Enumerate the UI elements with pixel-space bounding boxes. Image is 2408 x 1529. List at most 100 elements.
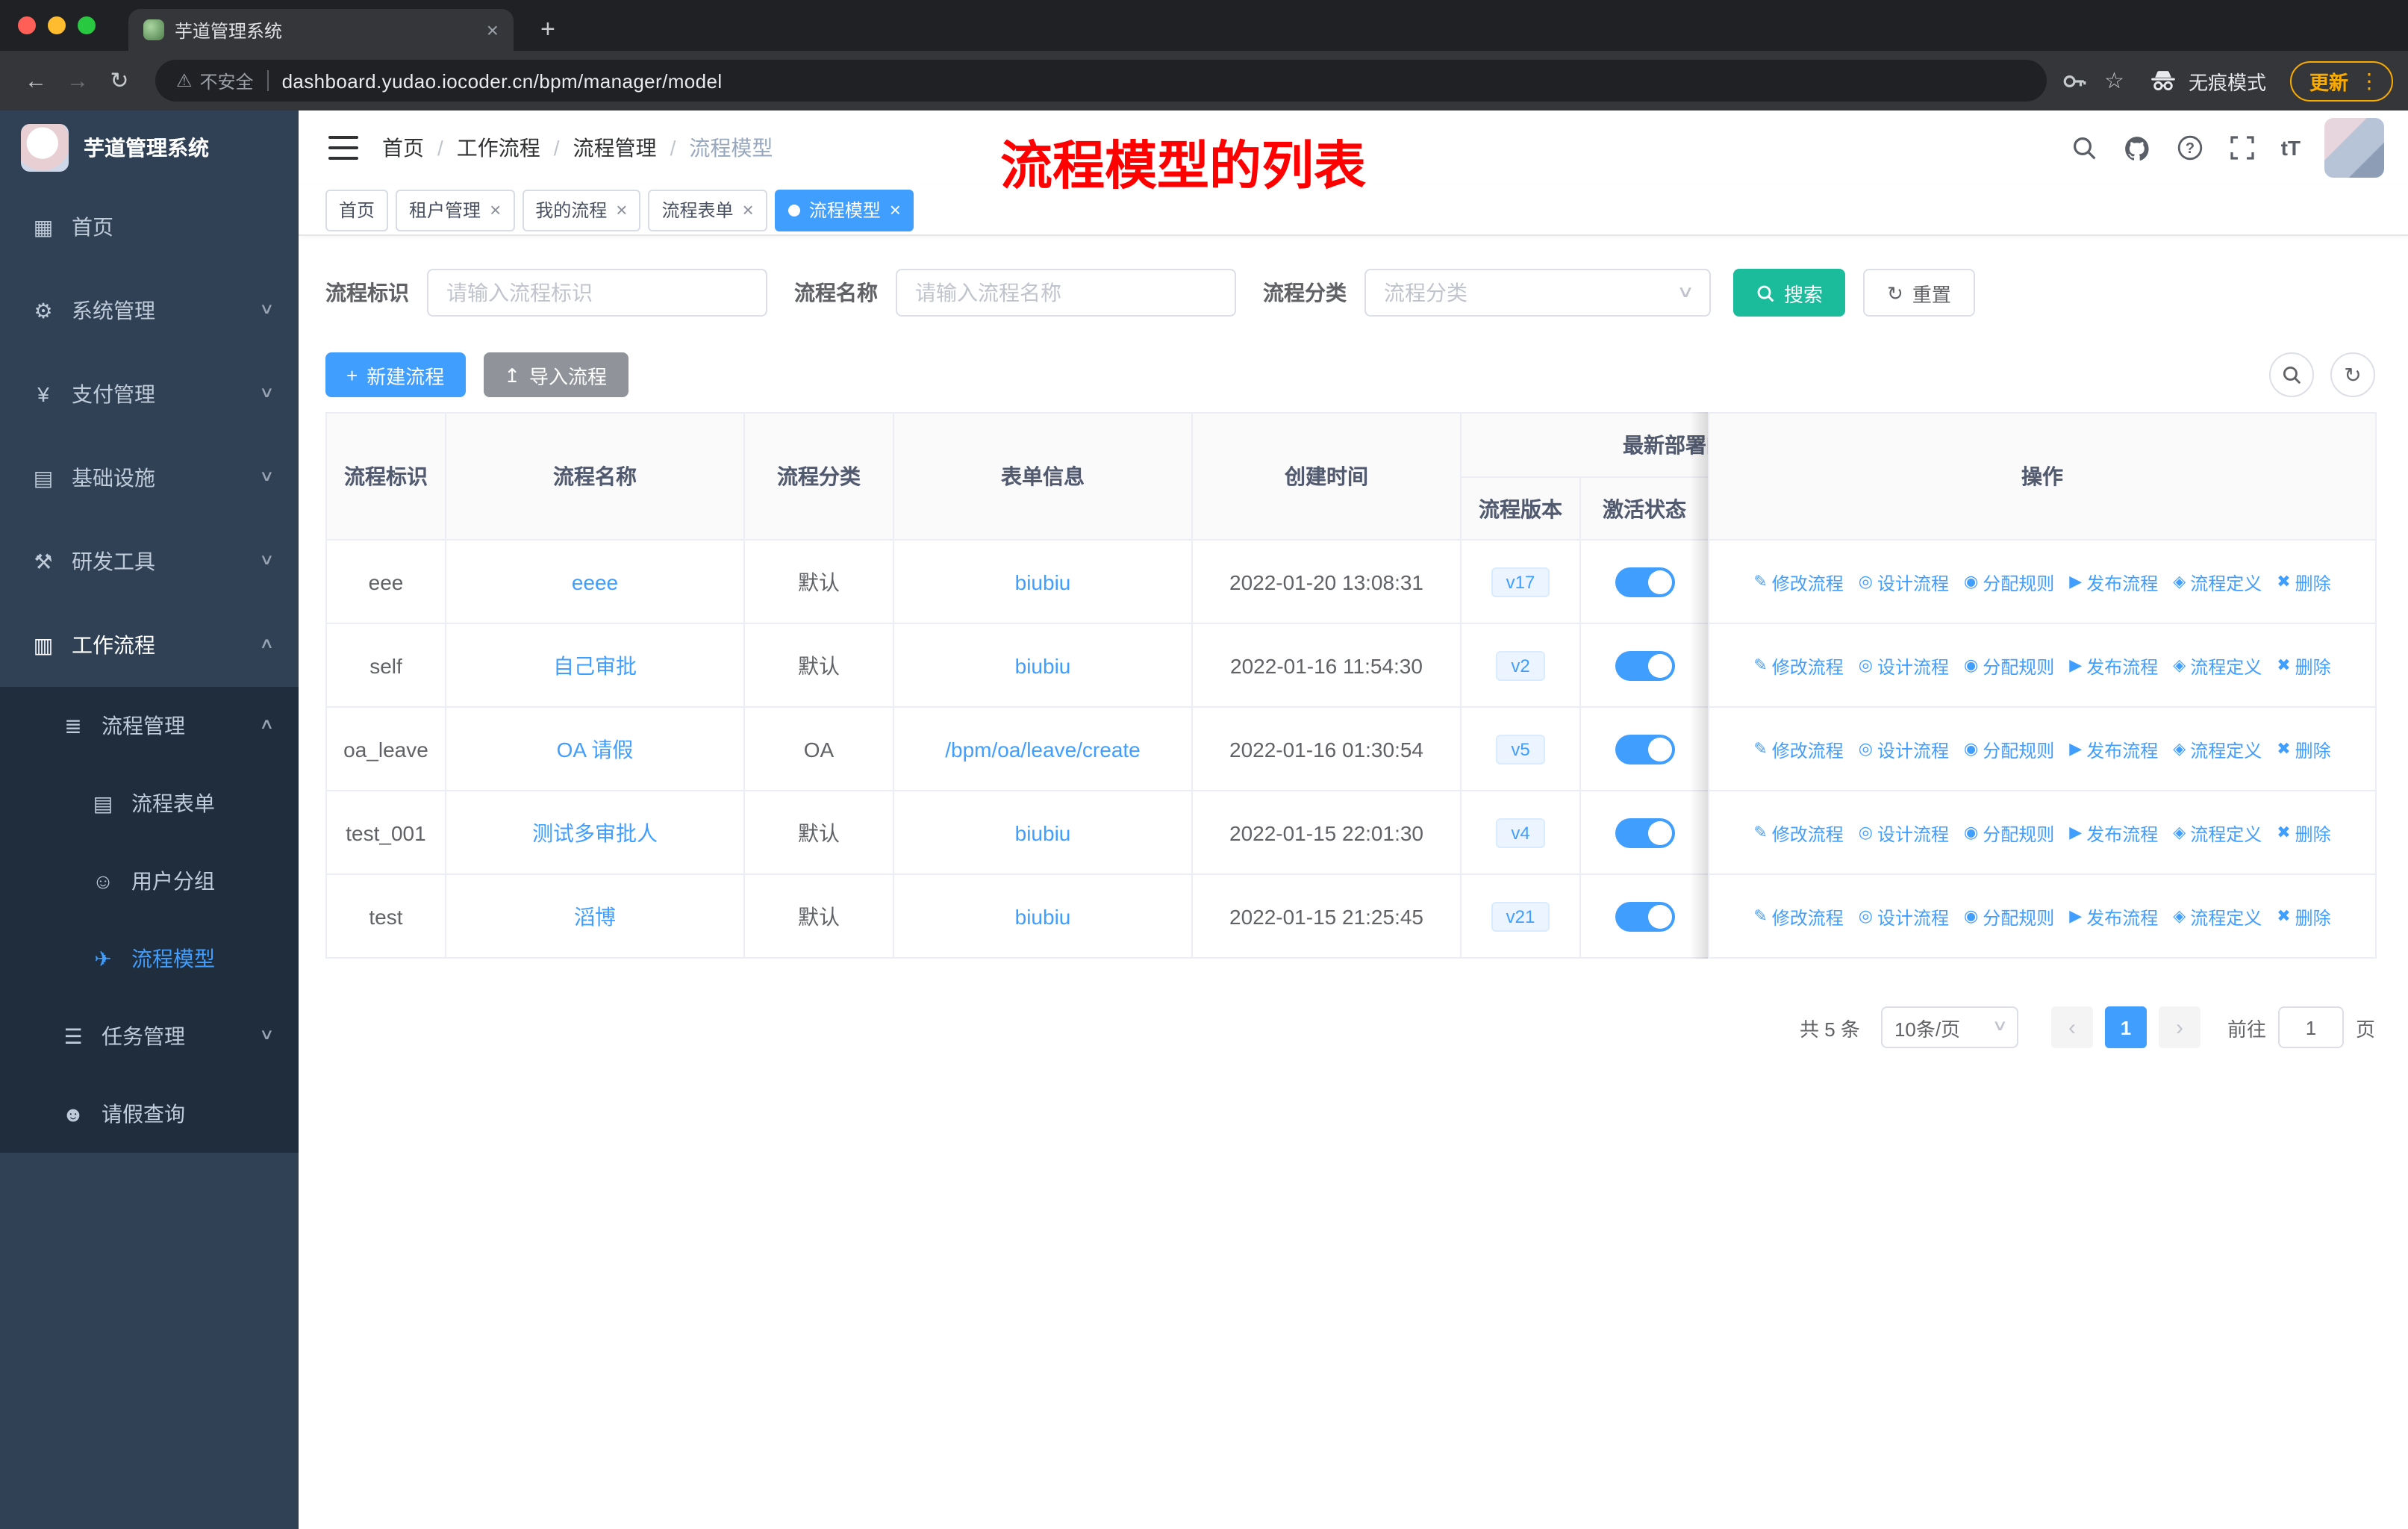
action-publish-process[interactable]: 发布流程 — [2069, 905, 2158, 930]
action-assign-rule[interactable]: 分配规则 — [1964, 905, 2054, 930]
action-modify-process[interactable]: 修改流程 — [1753, 905, 1844, 930]
process-id-input[interactable] — [427, 269, 767, 317]
app-logo[interactable]: 芋道管理系统 — [0, 110, 299, 185]
fullscreen-icon[interactable] — [2229, 134, 2256, 161]
password-key-icon[interactable] — [2061, 68, 2086, 93]
reload-button[interactable] — [99, 60, 140, 102]
action-process-definition[interactable]: 流程定义 — [2173, 654, 2262, 679]
action-design-process[interactable]: 设计流程 — [1859, 821, 1949, 847]
tag-close-icon[interactable] — [890, 200, 901, 219]
tag-close-icon[interactable] — [490, 200, 501, 219]
active-toggle[interactable] — [1615, 734, 1674, 764]
browser-menu-dots-icon[interactable] — [2359, 70, 2380, 91]
new-tab-button[interactable] — [531, 6, 564, 51]
action-modify-process[interactable]: 修改流程 — [1753, 738, 1844, 763]
refresh-table-button[interactable] — [2330, 352, 2375, 397]
prev-page-button[interactable]: ‹ — [2050, 1006, 2093, 1048]
tag-close-icon[interactable] — [616, 200, 627, 219]
breadcrumb-item[interactable]: 工作流程 — [424, 133, 540, 163]
action-process-definition[interactable]: 流程定义 — [2173, 570, 2262, 596]
action-assign-rule[interactable]: 分配规则 — [1964, 821, 2054, 847]
reset-button[interactable]: 重置 — [1863, 269, 1975, 317]
action-modify-process[interactable]: 修改流程 — [1753, 654, 1844, 679]
tag-process-form[interactable]: 流程表单 — [648, 189, 767, 231]
process-name-link[interactable]: OA 请假 — [557, 737, 634, 761]
action-design-process[interactable]: 设计流程 — [1859, 905, 1949, 930]
sidebar-item-system[interactable]: 系统管理 — [0, 269, 299, 352]
action-delete[interactable]: 删除 — [2277, 654, 2331, 679]
process-name-link[interactable]: 滔博 — [574, 904, 616, 928]
sidebar-item-leave-query[interactable]: 请假查询 — [0, 1075, 299, 1153]
action-design-process[interactable]: 设计流程 — [1859, 738, 1949, 763]
category-select[interactable]: 流程分类 — [1364, 269, 1711, 317]
sidebar-item-home[interactable]: 首页 — [0, 185, 299, 269]
breadcrumb-item[interactable]: 流程管理 — [540, 133, 657, 163]
sidebar-collapse-icon[interactable] — [328, 136, 358, 160]
minimize-window-button[interactable] — [48, 16, 66, 34]
user-avatar[interactable] — [2324, 118, 2384, 178]
sidebar-item-devtools[interactable]: 研发工具 — [0, 520, 299, 603]
action-process-definition[interactable]: 流程定义 — [2173, 905, 2262, 930]
back-button[interactable] — [15, 60, 57, 102]
search-icon[interactable] — [2071, 134, 2097, 161]
sidebar-item-process-model[interactable]: 流程模型 — [0, 920, 299, 997]
action-delete[interactable]: 删除 — [2277, 570, 2331, 596]
process-name-input[interactable] — [896, 269, 1236, 317]
tag-my-process[interactable]: 我的流程 — [522, 189, 641, 231]
action-assign-rule[interactable]: 分配规则 — [1964, 654, 2054, 679]
sidebar-item-payment[interactable]: 支付管理 — [0, 352, 299, 436]
sidebar-item-task-manage[interactable]: 任务管理 — [0, 997, 299, 1075]
import-process-button[interactable]: 导入流程 — [483, 352, 628, 397]
action-design-process[interactable]: 设计流程 — [1859, 654, 1949, 679]
process-name-link[interactable]: 测试多审批人 — [532, 820, 658, 844]
active-toggle[interactable] — [1615, 650, 1674, 680]
action-process-definition[interactable]: 流程定义 — [2173, 821, 2262, 847]
security-indicator[interactable]: 不安全 — [176, 68, 254, 93]
action-publish-process[interactable]: 发布流程 — [2069, 821, 2158, 847]
font-size-icon[interactable]: tT — [2281, 136, 2301, 160]
active-toggle[interactable] — [1615, 567, 1674, 597]
action-publish-process[interactable]: 发布流程 — [2069, 570, 2158, 596]
help-icon[interactable]: ? — [2177, 134, 2203, 161]
page-size-select[interactable]: 10条/页 — [1880, 1006, 2018, 1048]
action-modify-process[interactable]: 修改流程 — [1753, 570, 1844, 596]
forward-button[interactable] — [57, 60, 99, 102]
sidebar-item-infrastructure[interactable]: 基础设施 — [0, 436, 299, 520]
form-info-link[interactable]: biubiu — [1015, 820, 1071, 844]
active-toggle[interactable] — [1615, 818, 1674, 847]
form-info-link[interactable]: /bpm/oa/leave/create — [945, 737, 1141, 761]
tag-home[interactable]: 首页 — [325, 189, 389, 231]
form-info-link[interactable]: biubiu — [1015, 904, 1071, 928]
form-info-link[interactable]: biubiu — [1015, 570, 1071, 594]
sidebar-item-user-group[interactable]: 用户分组 — [0, 842, 299, 920]
tag-process-model[interactable]: 流程模型 — [774, 189, 914, 231]
action-publish-process[interactable]: 发布流程 — [2069, 654, 2158, 679]
goto-page-input[interactable] — [2277, 1006, 2344, 1048]
bookmark-star-icon[interactable] — [2104, 69, 2124, 92]
action-delete[interactable]: 删除 — [2277, 821, 2331, 847]
process-name-link[interactable]: 自己审批 — [553, 653, 637, 677]
action-process-definition[interactable]: 流程定义 — [2173, 738, 2262, 763]
next-page-button[interactable]: › — [2158, 1006, 2200, 1048]
process-name-link[interactable]: eeee — [572, 570, 618, 594]
sidebar-item-process-manage[interactable]: 流程管理 — [0, 687, 299, 764]
action-design-process[interactable]: 设计流程 — [1859, 570, 1949, 596]
create-process-button[interactable]: 新建流程 — [325, 352, 466, 397]
action-publish-process[interactable]: 发布流程 — [2069, 738, 2158, 763]
address-bar[interactable]: 不安全 dashboard.yudao.iocoder.cn/bpm/manag… — [155, 60, 2047, 102]
sidebar-item-workflow[interactable]: 工作流程 — [0, 603, 299, 687]
action-delete[interactable]: 删除 — [2277, 905, 2331, 930]
close-window-button[interactable] — [18, 16, 36, 34]
action-assign-rule[interactable]: 分配规则 — [1964, 570, 2054, 596]
action-assign-rule[interactable]: 分配规则 — [1964, 738, 2054, 763]
action-delete[interactable]: 删除 — [2277, 738, 2331, 763]
form-info-link[interactable]: biubiu — [1015, 653, 1071, 677]
breadcrumb-item[interactable]: 首页 — [382, 133, 424, 163]
toggle-search-button[interactable] — [2269, 352, 2314, 397]
current-page-button[interactable]: 1 — [2104, 1006, 2147, 1048]
action-modify-process[interactable]: 修改流程 — [1753, 821, 1844, 847]
sidebar-item-process-form[interactable]: 流程表单 — [0, 764, 299, 842]
tag-tenant[interactable]: 租户管理 — [396, 189, 515, 231]
update-button[interactable]: 更新 — [2289, 60, 2393, 101]
tag-close-icon[interactable] — [743, 200, 754, 219]
